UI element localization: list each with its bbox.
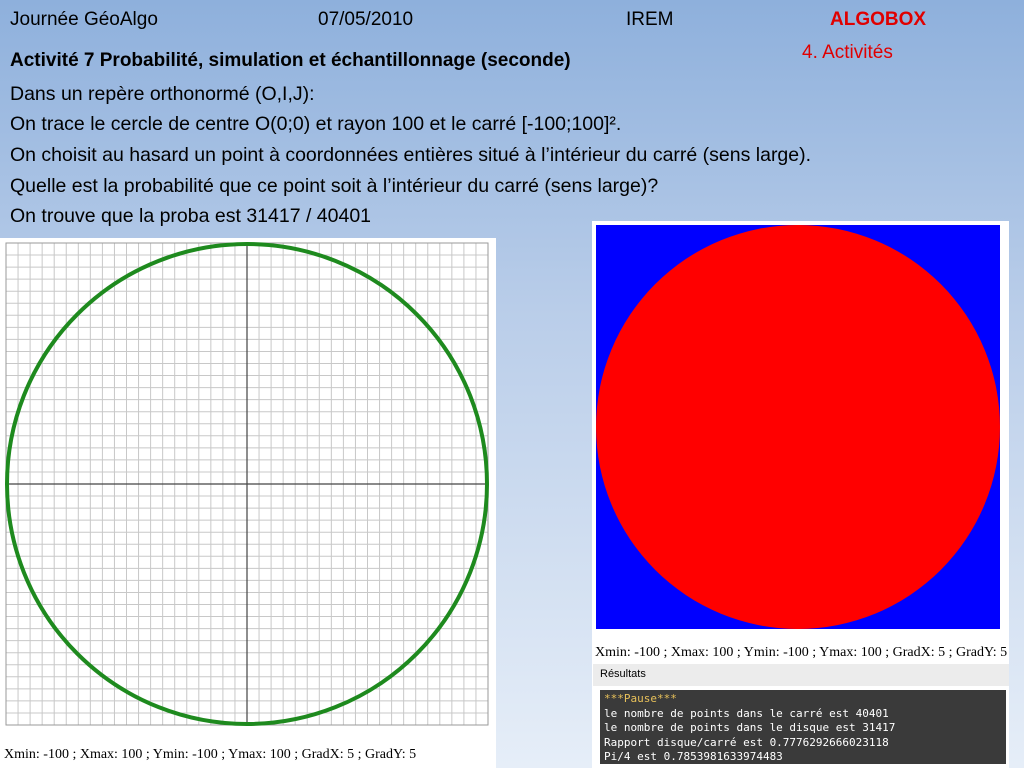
results-header: Résultats <box>593 664 1009 686</box>
circle-graph <box>5 242 489 726</box>
console-line: ***Pause*** <box>604 692 677 705</box>
circle-graph-panel: Xmin: -100 ; Xmax: 100 ; Ymin: -100 ; Ym… <box>0 238 496 768</box>
console-line: Pi/4 est 0.7853981633974483 <box>604 750 783 764</box>
activity-line: Dans un repère orthonormé (O,I,J): <box>10 83 315 105</box>
disk-graph <box>596 225 1000 629</box>
activity-title: Activité 7 Probabilité, simulation et éc… <box>10 50 571 71</box>
header-event: Journée GéoAlgo <box>10 9 158 30</box>
right-graph-caption: Xmin: -100 ; Xmax: 100 ; Ymin: -100 ; Ym… <box>595 645 1008 660</box>
header-date: 07/05/2010 <box>318 9 414 30</box>
activity-line: On trace le cercle de centre O(0;0) et r… <box>10 113 622 135</box>
activity-line: On choisit au hasard un point à coordonn… <box>10 144 812 166</box>
header-org: IREM <box>626 9 674 30</box>
header-brand: ALGOBOX <box>830 9 927 30</box>
console-line: le nombre de points dans le carré est 40… <box>604 706 889 720</box>
results-label: Résultats <box>600 668 646 680</box>
disk-area <box>596 225 1000 629</box>
header-section: 4. Activités <box>802 42 893 63</box>
activity-line: Quelle est la probabilité que ce point s… <box>10 175 659 197</box>
console-line: le nombre de points dans le disque est 3… <box>604 721 896 735</box>
left-graph-caption: Xmin: -100 ; Xmax: 100 ; Ymin: -100 ; Ym… <box>4 747 417 762</box>
console-line: Rapport disque/carré est 0.7776292666023… <box>604 735 889 749</box>
results-console: ***Pause*** le nombre de points dans le … <box>600 690 1006 764</box>
activity-line: On trouve que la proba est 31417 / 40401 <box>10 205 372 227</box>
